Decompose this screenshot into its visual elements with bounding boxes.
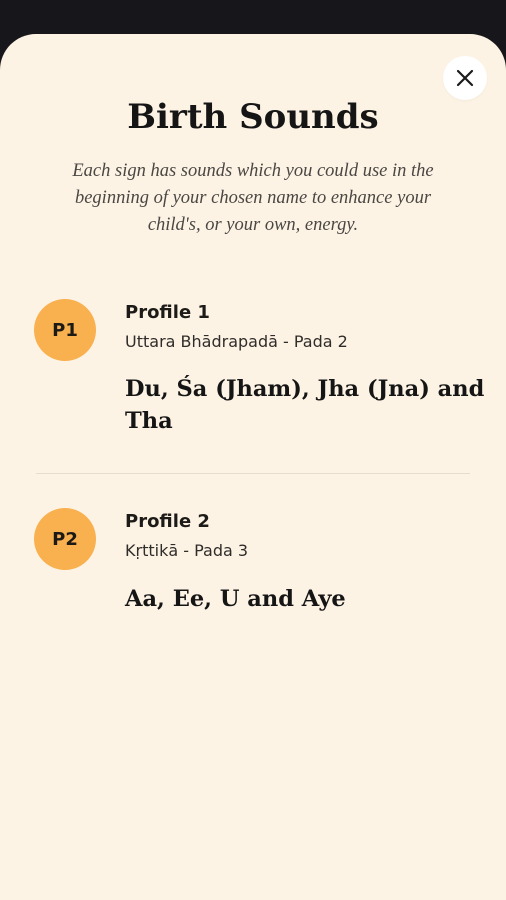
profile-birth-sounds: Du, Śa (Jham), Jha (Jna) and Tha <box>125 376 485 434</box>
page-title: Birth Sounds <box>127 97 379 137</box>
profile-badge: P2 <box>34 508 96 570</box>
page-subtitle: Each sign has sounds which you could use… <box>72 161 434 235</box>
profile-badge: P1 <box>34 299 96 361</box>
divider <box>36 473 470 474</box>
profile-birth-sounds: Aa, Ee, U and Aye <box>125 586 346 612</box>
profile-name: Profile 2 <box>125 511 210 532</box>
birth-sounds-sheet: Birth Sounds Each sign has sounds which … <box>0 34 506 900</box>
profile-nakshatra: Uttara Bhādrapadā - Pada 2 <box>125 332 348 351</box>
close-icon <box>456 69 474 87</box>
profile-nakshatra: Kṛttikā - Pada 3 <box>125 541 249 560</box>
profile-name: Profile 1 <box>125 302 210 323</box>
